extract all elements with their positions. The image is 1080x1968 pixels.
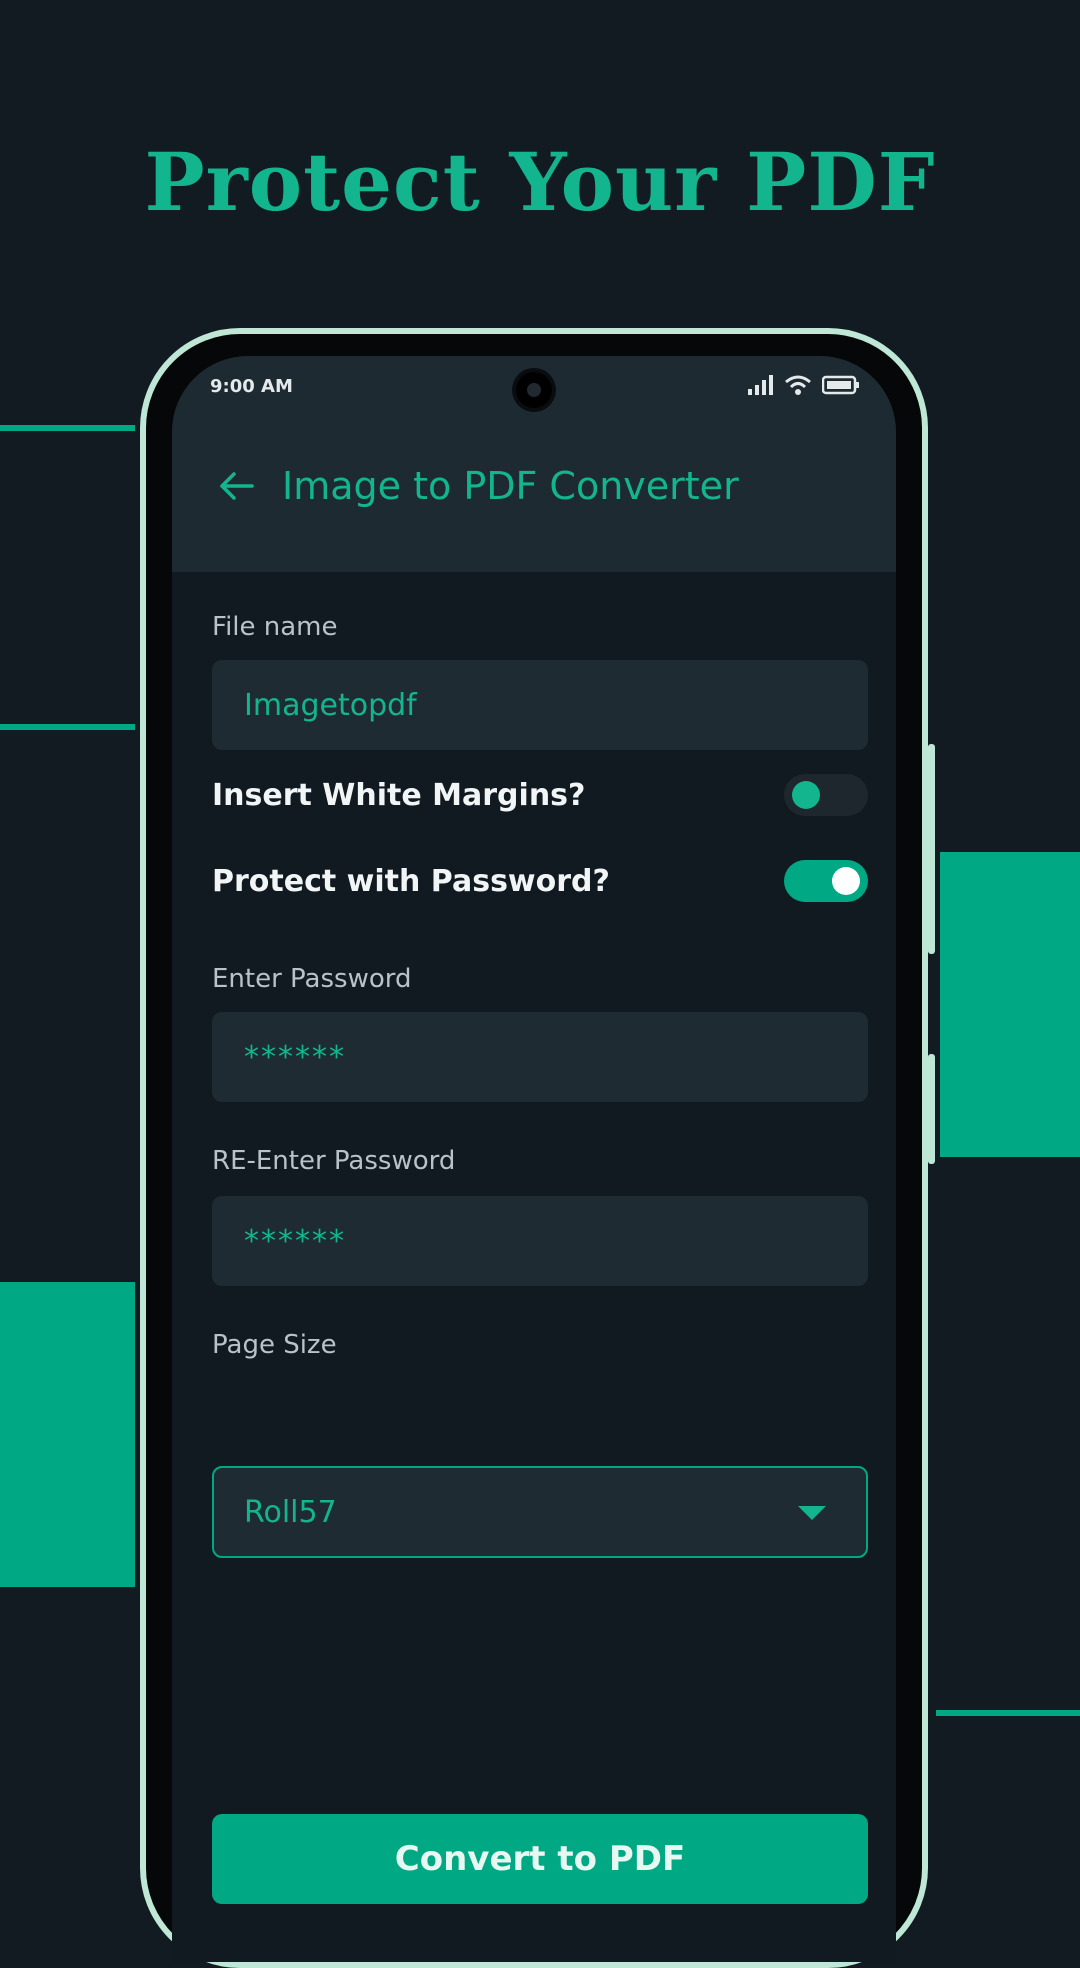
decor-line-left-mid xyxy=(0,724,135,730)
signal-icon xyxy=(748,375,773,395)
white-margins-toggle[interactable] xyxy=(784,774,868,816)
toggle-knob xyxy=(832,867,860,895)
page-size-dropdown[interactable]: Roll57 xyxy=(212,1466,868,1558)
confirm-password-value: ****** xyxy=(244,1223,346,1259)
file-name-label: File name xyxy=(212,612,338,642)
status-icons xyxy=(748,374,860,396)
phone-side-button xyxy=(928,744,935,954)
app-title: Image to PDF Converter xyxy=(282,464,739,508)
file-name-value: Imagetopdf xyxy=(244,687,417,723)
status-time: 9:00 AM xyxy=(210,376,293,397)
confirm-password-label: RE-Enter Password xyxy=(212,1146,456,1176)
password-label: Enter Password xyxy=(212,964,412,994)
password-protect-label: Protect with Password? xyxy=(212,864,610,899)
decor-line-left-top xyxy=(0,425,135,431)
wifi-icon xyxy=(785,375,811,395)
white-margins-label: Insert White Margins? xyxy=(212,778,586,813)
phone-frame: 9:00 AM Image to PDF Converter File name… xyxy=(140,328,935,1968)
file-name-input[interactable]: Imagetopdf xyxy=(212,660,868,750)
dropdown-arrow-icon xyxy=(798,1506,826,1520)
phone-side-button xyxy=(928,1054,935,1164)
decor-block-left xyxy=(0,1282,135,1587)
promo-title: Protect Your PDF xyxy=(144,135,936,229)
battery-icon xyxy=(822,375,859,395)
page-size-label: Page Size xyxy=(212,1330,337,1360)
password-value: ****** xyxy=(244,1039,346,1075)
back-arrow-icon[interactable] xyxy=(216,466,256,506)
confirm-password-input[interactable]: ****** xyxy=(212,1196,868,1286)
app-bar: Image to PDF Converter xyxy=(172,422,896,572)
password-protect-toggle[interactable] xyxy=(784,860,868,902)
toggle-knob xyxy=(792,781,820,809)
decor-block-right xyxy=(940,852,1080,1157)
page-size-selected: Roll57 xyxy=(244,1494,337,1530)
decor-line-right-bottom xyxy=(936,1710,1080,1716)
app-screen: 9:00 AM Image to PDF Converter File name… xyxy=(172,356,896,1962)
status-bar: 9:00 AM xyxy=(172,356,896,422)
front-camera xyxy=(516,372,552,408)
convert-button[interactable]: Convert to PDF xyxy=(212,1814,868,1904)
password-input[interactable]: ****** xyxy=(212,1012,868,1102)
